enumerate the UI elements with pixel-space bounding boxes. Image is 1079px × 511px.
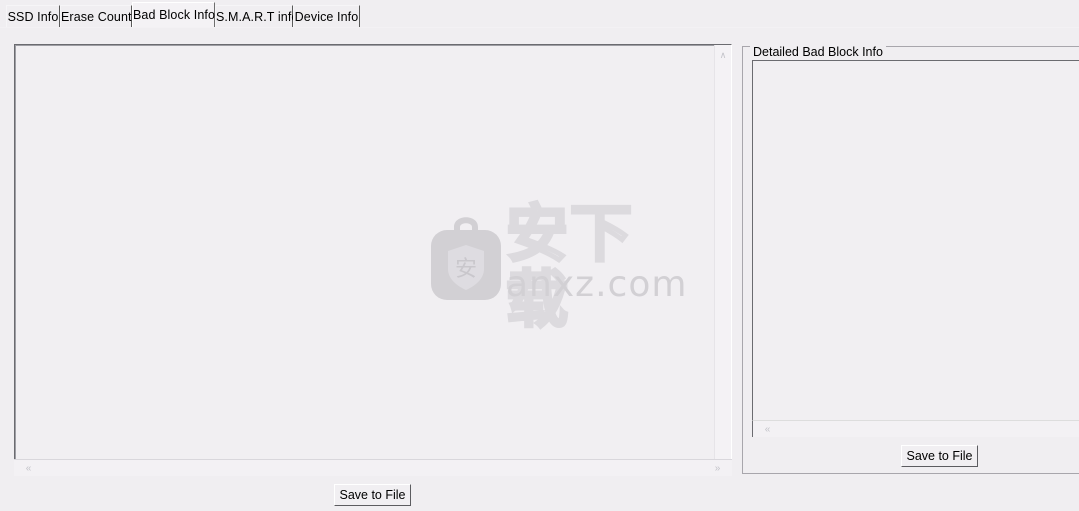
tab-strip: SSD Info Erase Count Bad Block Info S.M.…: [0, 0, 1079, 28]
bad-block-info-horizontal-scrollbar[interactable]: « »: [14, 459, 732, 476]
bad-block-info-panel: ∧ ∨: [14, 44, 732, 474]
save-to-file-button-left[interactable]: Save to File: [334, 484, 411, 506]
tab-label: Erase Count: [61, 10, 132, 24]
tab-strip-baseline: [0, 27, 1079, 28]
save-to-file-label: Save to File: [906, 449, 973, 463]
scroll-right-icon[interactable]: »: [709, 460, 726, 477]
save-to-file-label: Save to File: [339, 488, 406, 502]
tab-bad-block-info[interactable]: Bad Block Info: [132, 2, 215, 27]
tab-label: Bad Block Info: [133, 8, 216, 22]
scroll-up-icon[interactable]: ∧: [715, 47, 731, 63]
save-to-file-button-right[interactable]: Save to File: [901, 445, 978, 467]
bad-block-info-textarea[interactable]: [14, 44, 732, 474]
tab-erase-count[interactable]: Erase Count: [60, 5, 132, 27]
detailed-bad-block-info-textarea[interactable]: [752, 60, 1079, 420]
scroll-left-icon[interactable]: «: [20, 460, 37, 477]
application-window: SSD Info Erase Count Bad Block Info S.M.…: [0, 0, 1079, 511]
detailed-bad-block-info-title: Detailed Bad Block Info: [750, 45, 886, 59]
tab-label: S.M.A.R.T info: [216, 10, 299, 24]
detailed-bad-block-info-horizontal-scrollbar[interactable]: «: [752, 420, 1079, 437]
tab-device-info[interactable]: Device Info: [293, 5, 360, 27]
tab-ssd-info[interactable]: SSD Info: [6, 5, 60, 27]
scroll-left-icon[interactable]: «: [759, 421, 776, 438]
bad-block-info-vertical-scrollbar[interactable]: ∧ ∨: [714, 45, 731, 473]
tab-smart-info[interactable]: S.M.A.R.T info: [215, 5, 298, 27]
tab-label: Device Info: [294, 10, 359, 24]
tab-label: SSD Info: [7, 10, 59, 24]
